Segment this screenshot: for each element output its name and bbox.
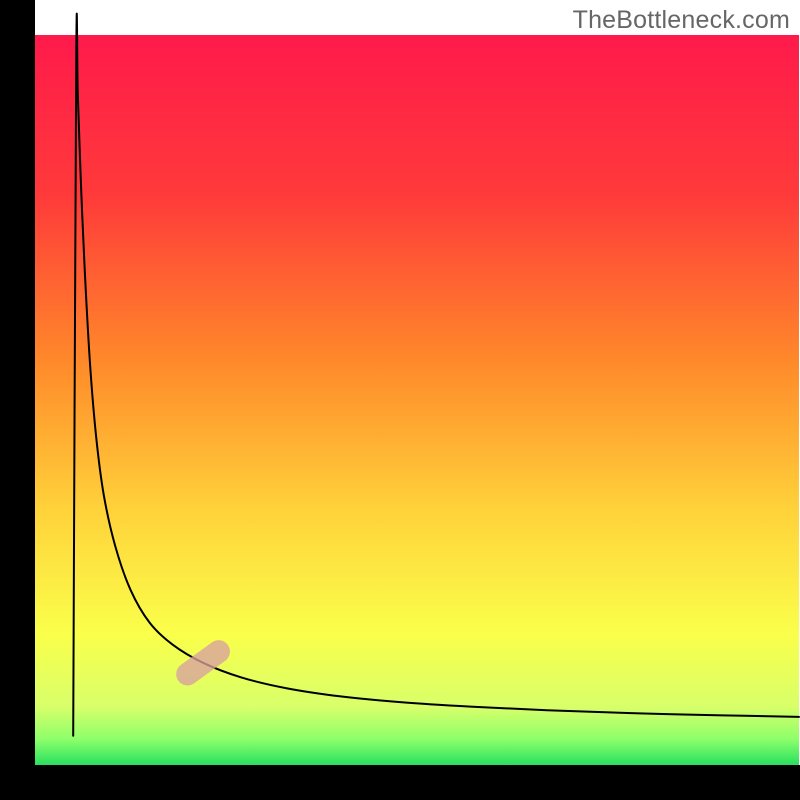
plot-background (35, 35, 799, 765)
watermark-text: TheBottleneck.com (573, 6, 790, 35)
chart-container: TheBottleneck.com (0, 0, 800, 800)
bottleneck-chart (0, 0, 800, 800)
